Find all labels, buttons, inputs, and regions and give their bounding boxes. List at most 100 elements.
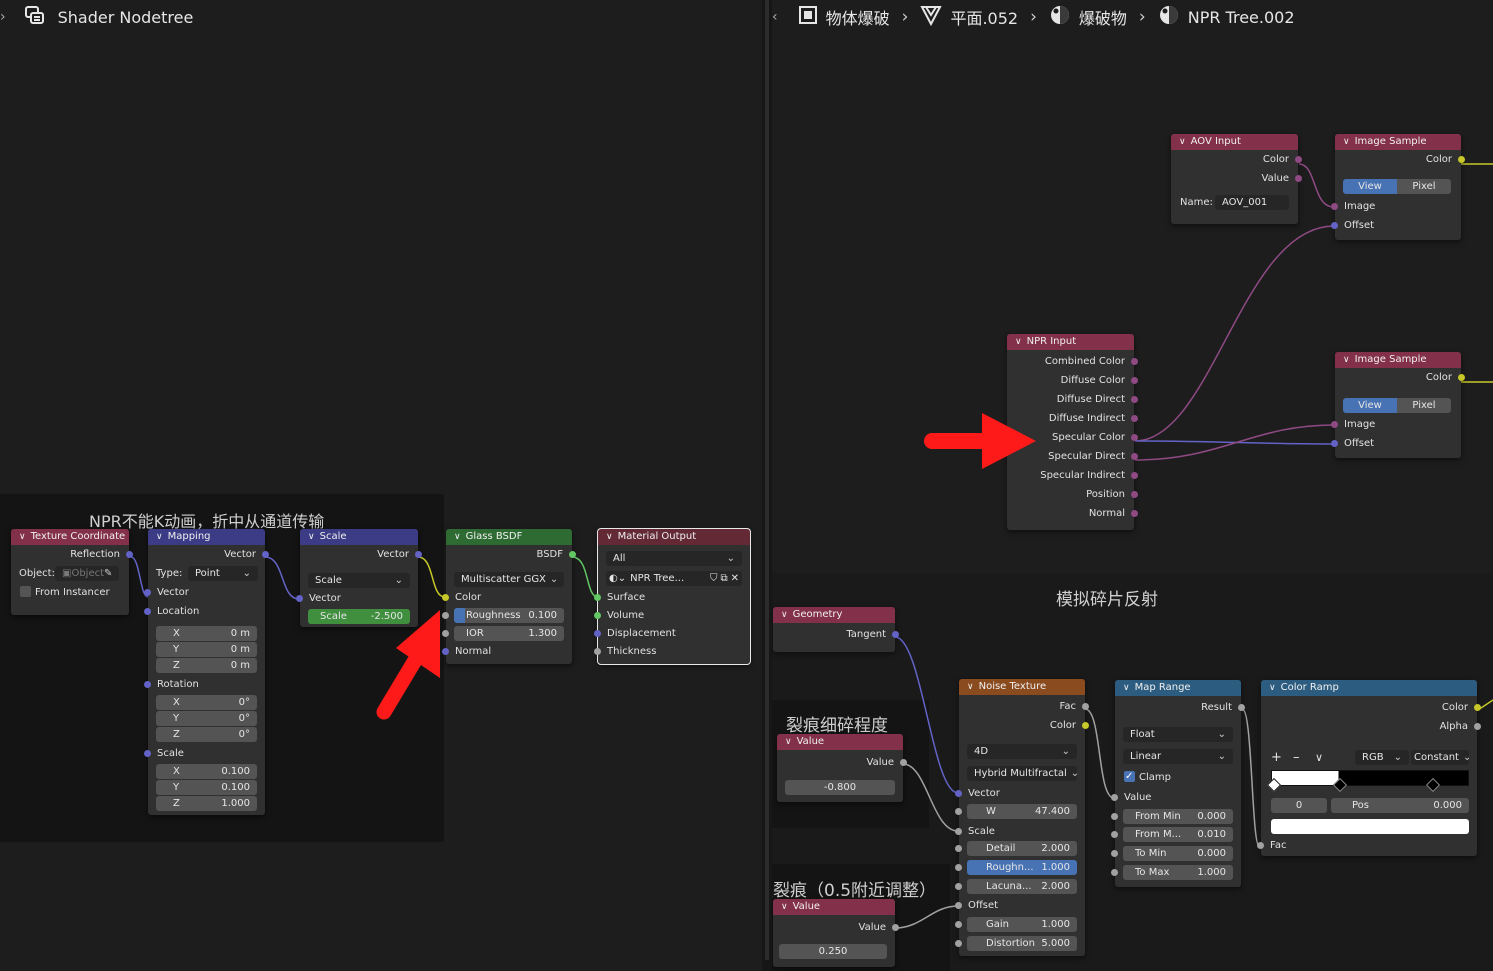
node-header[interactable]: ∨ Image Sample (1335, 134, 1461, 150)
socket-roughness[interactable] (955, 864, 962, 871)
node-texture-coordinate[interactable]: ∨ Texture Coordinate Reflection Object: ▣… (11, 529, 133, 615)
node-header[interactable]: ∨ Texture Coordinate (11, 529, 129, 545)
breadcrumb-item-material[interactable]: 爆破物 (1049, 4, 1127, 30)
socket-offset[interactable] (1331, 440, 1338, 447)
color-mode-dropdown[interactable]: RGB (1355, 749, 1409, 765)
view-toggle[interactable]: View (1343, 179, 1397, 194)
socket-fac[interactable] (1257, 842, 1264, 849)
node-value-1[interactable]: ∨ Value Value -0.800 (777, 734, 907, 802)
lacunarity-field[interactable]: Lacuna... 2.000 (967, 879, 1077, 894)
socket-out[interactable] (1131, 453, 1138, 460)
chevron-down-icon[interactable]: ∨ (1269, 680, 1276, 696)
node-header[interactable]: ∨ Map Range (1115, 680, 1241, 696)
node-geometry[interactable]: ∨ Geometry Tangent (773, 607, 899, 652)
chevron-down-icon[interactable]: ∨ (1315, 751, 1355, 764)
chevron-right-icon[interactable]: › (0, 9, 6, 25)
distortion-field[interactable]: Distortion 5.000 (967, 936, 1077, 951)
stop-position-field[interactable]: Pos 0.000 (1331, 798, 1469, 813)
type-dropdown[interactable]: Point (188, 566, 258, 581)
close-icon[interactable]: ✕ (731, 571, 739, 586)
chevron-down-icon[interactable]: ∨ (156, 529, 163, 545)
socket-tangent[interactable] (892, 631, 899, 638)
chevron-down-icon[interactable]: ∨ (967, 679, 974, 695)
socket-offset[interactable] (1331, 222, 1338, 229)
socket-out[interactable] (1131, 377, 1138, 384)
value-field[interactable]: -0.800 (785, 780, 895, 795)
chevron-down-icon[interactable]: ∨ (785, 734, 792, 750)
pixel-toggle[interactable]: Pixel (1397, 398, 1451, 413)
area-divider[interactable] (762, 0, 772, 971)
socket-bsdf[interactable] (569, 551, 576, 558)
socket-surface[interactable] (594, 594, 601, 601)
node-header[interactable]: ∨ Scale (300, 529, 418, 545)
node-image-sample-1[interactable]: ∨ Image Sample Color View Pixel Image Off… (1331, 134, 1465, 240)
node-header[interactable]: ∨ Value (773, 899, 895, 915)
stop-color-swatch[interactable] (1271, 819, 1469, 834)
socket-w[interactable] (955, 808, 962, 815)
socket-offset[interactable] (955, 902, 962, 909)
scale-y-field[interactable]: Y 0.100 (156, 780, 257, 795)
socket-scale[interactable] (144, 750, 151, 757)
shield-icon[interactable]: ⛉ (710, 571, 718, 586)
stop-index-field[interactable]: 0 (1271, 798, 1327, 813)
location-x-field[interactable]: X0 m (156, 626, 257, 641)
socket-displacement[interactable] (594, 630, 601, 637)
to-min-field[interactable]: To Min 0.000 (1123, 846, 1233, 861)
aov-name-field[interactable]: AOV_001 (1215, 195, 1289, 210)
socket-out[interactable] (1131, 472, 1138, 479)
location-y-field[interactable]: Y0 m (156, 642, 257, 657)
material-selector[interactable]: ◐⌄ NPR Tree... ⛉ ⧉ ✕ (606, 571, 742, 586)
node-aov-input[interactable]: ∨ AOV Input Color Value Name: AOV_001 (1171, 134, 1302, 224)
roughness-field[interactable]: Roughn... 1.000 (967, 860, 1077, 875)
chevron-down-icon[interactable]: ∨ (454, 529, 461, 545)
socket-vector-in[interactable] (144, 589, 151, 596)
socket-out[interactable] (1131, 396, 1138, 403)
noise-type-dropdown[interactable]: Hybrid Multifractal (967, 766, 1077, 781)
node-glass-bsdf[interactable]: ∨Glass BSDF BSDF Multiscatter GGX Color … (442, 529, 576, 664)
ramp-interpolation-dropdown[interactable]: Constant (1411, 749, 1469, 765)
socket-value[interactable] (1295, 175, 1302, 182)
socket-value[interactable] (1111, 794, 1118, 801)
socket-image[interactable] (1331, 421, 1338, 428)
socket-color[interactable] (1458, 374, 1465, 381)
target-dropdown[interactable]: All (606, 551, 742, 566)
socket-out[interactable] (1131, 358, 1138, 365)
node-material-output[interactable]: ∨Material Output All ◐⌄ NPR Tree... ⛉⧉✕ … (594, 528, 751, 665)
chevron-down-icon[interactable]: ∨ (781, 607, 788, 623)
object-field[interactable]: ▣ Object ✎ (55, 566, 119, 581)
node-editor-right[interactable]: ‹ 物体爆破 › 平面.052 › 爆破物 › NPR Tree.002 模拟碎… (772, 0, 1493, 971)
socket-lacunarity[interactable] (955, 883, 962, 890)
from-instancer-checkbox[interactable] (20, 586, 31, 597)
socket-color[interactable] (1082, 722, 1089, 729)
rotation-z-field[interactable]: Z 0° (156, 727, 257, 742)
node-header[interactable]: ∨ AOV Input (1171, 134, 1298, 150)
distribution-dropdown[interactable]: Multiscatter GGX (454, 572, 564, 587)
scale-x-field[interactable]: X 0.100 (156, 764, 257, 779)
socket-gain[interactable] (955, 921, 962, 928)
socket-from-max[interactable] (1111, 831, 1118, 838)
node-color-ramp[interactable]: ∨Color Ramp Color Alpha + – ∨ RGB Consta… (1257, 680, 1481, 856)
node-value-2[interactable]: ∨ Value Value 0.250 (773, 899, 899, 967)
socket-from-min[interactable] (1111, 813, 1118, 820)
node-header[interactable]: ∨ Image Sample (1335, 352, 1461, 368)
node-header[interactable]: ∨ Color Ramp (1261, 680, 1477, 696)
socket-out[interactable] (1131, 491, 1138, 498)
to-max-field[interactable]: To Max 1.000 (1123, 865, 1233, 880)
operation-dropdown[interactable]: Scale (308, 573, 410, 588)
breadcrumb-item-nodetree[interactable]: NPR Tree.002 (1158, 4, 1295, 30)
socket-alpha[interactable] (1474, 723, 1481, 730)
value-field[interactable]: 0.250 (779, 944, 887, 959)
w-field[interactable]: W 47.400 (967, 804, 1077, 819)
socket-out[interactable] (1131, 434, 1138, 441)
clamp-checkbox[interactable] (1124, 767, 1135, 786)
eyedropper-icon[interactable]: ✎ (104, 566, 112, 581)
rotation-y-field[interactable]: Y 0° (156, 711, 257, 726)
node-image-sample-2[interactable]: ∨ Image Sample Color View Pixel Image Off… (1331, 352, 1465, 458)
chevron-down-icon[interactable]: ∨ (19, 529, 26, 545)
socket-reflection[interactable] (126, 551, 133, 558)
node-header[interactable]: ∨ Glass BSDF (446, 529, 572, 545)
socket-vector-out[interactable] (415, 551, 422, 558)
detail-field[interactable]: Detail 2.000 (967, 841, 1077, 856)
socket-image[interactable] (1331, 203, 1338, 210)
node-mapping[interactable]: ∨Mapping Vector Type:Point Vector Locati… (144, 529, 269, 815)
